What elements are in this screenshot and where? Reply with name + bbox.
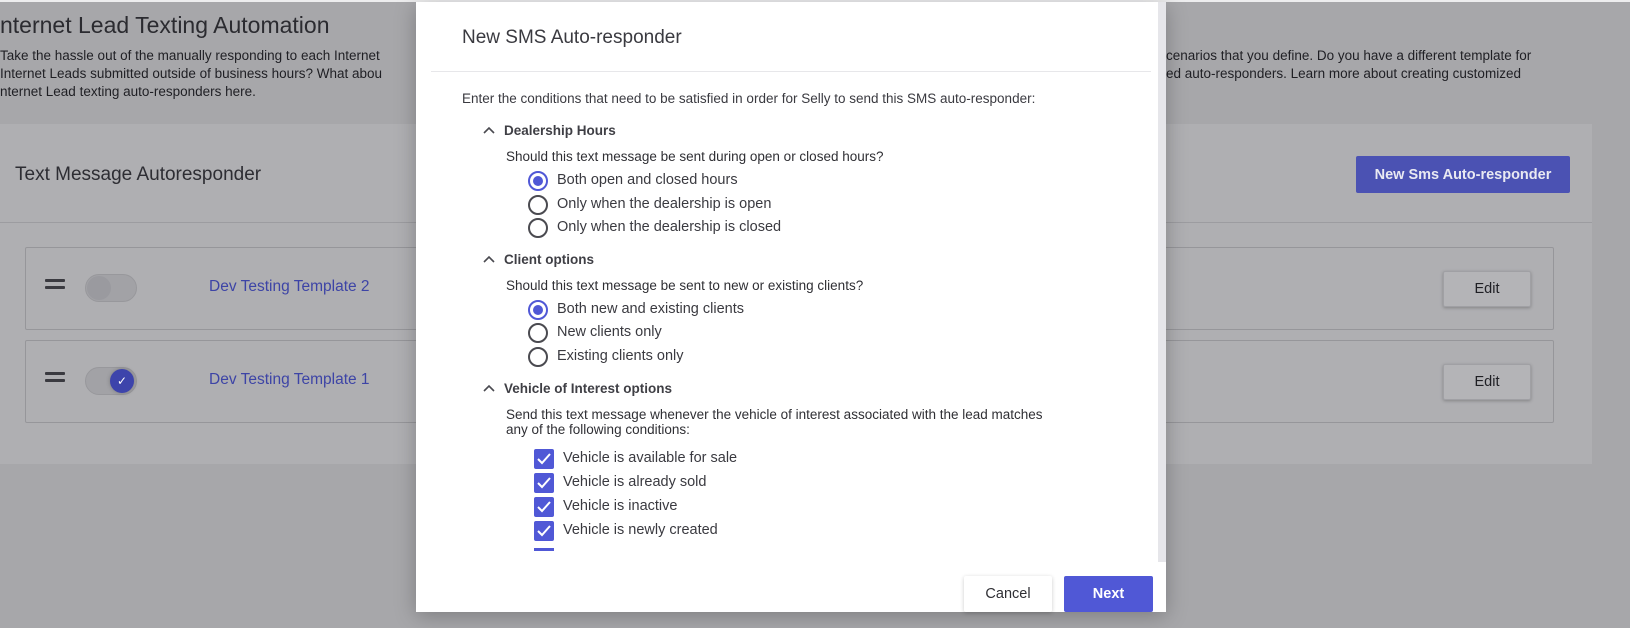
- radio-label: New clients only: [557, 324, 662, 340]
- section-title: Dealership Hours: [504, 123, 616, 138]
- radio-label: Both new and existing clients: [557, 301, 744, 317]
- template-toggle[interactable]: [85, 274, 137, 302]
- section-question: Send this text message whenever the vehi…: [506, 407, 1043, 422]
- radio-label: Both open and closed hours: [557, 172, 738, 188]
- description-line: cenarios that you define. Do you have a …: [1166, 48, 1532, 63]
- template-toggle[interactable]: ✓: [85, 367, 137, 395]
- drag-handle-icon[interactable]: [45, 372, 65, 386]
- radio-label: Only when the dealership is open: [557, 196, 772, 212]
- description-line: nternet Lead texting auto-responders her…: [0, 84, 256, 99]
- cancel-button[interactable]: Cancel: [964, 576, 1052, 612]
- chevron-up-icon: [483, 255, 495, 263]
- checkbox-checked-icon[interactable]: [534, 521, 554, 541]
- radio-button[interactable]: [528, 323, 548, 343]
- radio-label: Existing clients only: [557, 348, 684, 364]
- description-line: Internet Leads submitted outside of busi…: [0, 66, 382, 81]
- modal-footer: [416, 551, 1158, 561]
- radio-button[interactable]: [528, 300, 548, 320]
- template-name-link[interactable]: Dev Testing Template 2: [209, 278, 370, 296]
- new-sms-autoresponder-button[interactable]: New Sms Auto-responder: [1356, 156, 1570, 193]
- edit-button[interactable]: Edit: [1443, 271, 1531, 307]
- description-line: ed auto-responders. Learn more about cre…: [1166, 66, 1521, 81]
- modal-intro: Enter the conditions that need to be sat…: [462, 91, 1036, 106]
- page-title: nternet Lead Texting Automation: [0, 12, 330, 38]
- new-sms-autoresponder-modal: New SMS Auto-responder Enter the conditi…: [416, 2, 1166, 612]
- section-question: Should this text message be sent during …: [506, 149, 884, 164]
- radio-button[interactable]: [528, 195, 548, 215]
- template-name-link[interactable]: Dev Testing Template 1: [209, 371, 370, 389]
- checkbox-label: Vehicle is newly created: [563, 522, 718, 538]
- section-question: Should this text message be sent to new …: [506, 278, 864, 293]
- toggle-knob: [87, 276, 111, 300]
- radio-label: Only when the dealership is closed: [557, 219, 782, 235]
- section-title: Vehicle of Interest options: [504, 381, 673, 396]
- radio-button[interactable]: [528, 218, 548, 238]
- checkbox-checked-icon[interactable]: [534, 497, 554, 517]
- next-button[interactable]: Next: [1064, 576, 1153, 612]
- radio-button[interactable]: [528, 171, 548, 191]
- checkbox-checked-icon[interactable]: [534, 449, 554, 469]
- checkbox-label: Vehicle is already sold: [563, 474, 707, 490]
- edit-button[interactable]: Edit: [1443, 364, 1531, 400]
- check-icon: ✓: [110, 369, 134, 393]
- radio-button[interactable]: [528, 347, 548, 367]
- checkbox-checked-icon[interactable]: [534, 473, 554, 493]
- card-title: Text Message Autoresponder: [15, 164, 262, 185]
- checkbox-label: Vehicle is inactive: [563, 498, 678, 514]
- modal-scrollbar[interactable]: [1158, 2, 1166, 562]
- divider: [431, 71, 1151, 72]
- description-line: Take the hassle out of the manually resp…: [0, 48, 380, 63]
- checkbox-label: Vehicle is available for sale: [563, 450, 738, 466]
- chevron-up-icon: [483, 126, 495, 134]
- section-question: any of the following conditions:: [506, 422, 690, 437]
- chevron-up-icon: [483, 384, 495, 392]
- modal-title: New SMS Auto-responder: [462, 27, 682, 48]
- section-title: Client options: [504, 252, 594, 267]
- drag-handle-icon[interactable]: [45, 279, 65, 293]
